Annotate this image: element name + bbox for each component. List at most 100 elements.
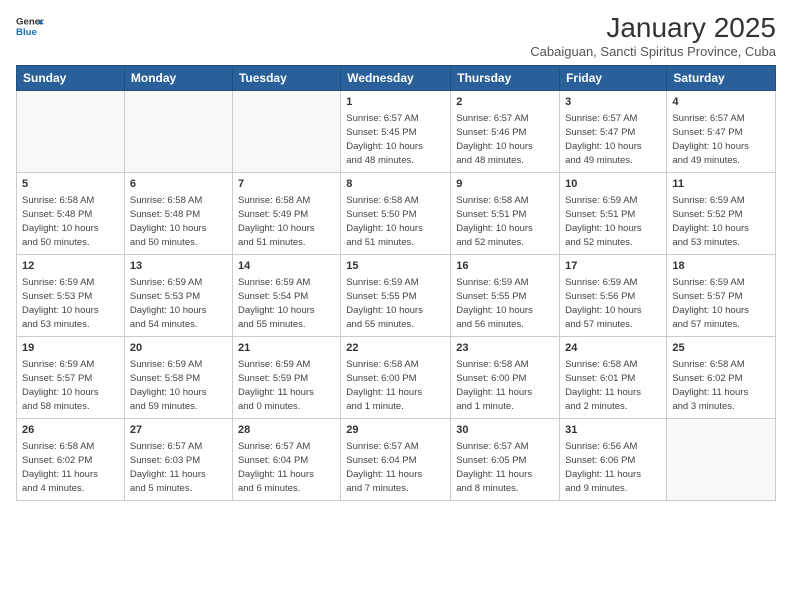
calendar-cell: 28 Sunrise: 6:57 AM Sunset: 6:04 PM Dayli… (232, 419, 340, 501)
month-title: January 2025 (530, 12, 776, 44)
calendar-cell: 8 Sunrise: 6:58 AM Sunset: 5:50 PM Daylig… (341, 173, 451, 255)
day-info: Sunrise: 6:58 AM Sunset: 5:49 PM Dayligh… (238, 194, 335, 249)
day-number: 15 (346, 259, 445, 274)
day-number: 18 (672, 259, 770, 274)
day-info: Sunrise: 6:57 AM Sunset: 6:04 PM Dayligh… (346, 440, 445, 495)
day-number: 8 (346, 177, 445, 192)
day-number: 6 (130, 177, 227, 192)
day-info: Sunrise: 6:58 AM Sunset: 6:00 PM Dayligh… (346, 358, 445, 413)
day-number: 17 (565, 259, 661, 274)
day-info: Sunrise: 6:57 AM Sunset: 6:04 PM Dayligh… (238, 440, 335, 495)
day-number: 13 (130, 259, 227, 274)
calendar-cell: 21 Sunrise: 6:59 AM Sunset: 5:59 PM Dayli… (232, 337, 340, 419)
day-number: 22 (346, 341, 445, 356)
calendar-cell: 10Sunrise: 6:59 AM Sunset: 5:51 PM Dayli… (560, 173, 667, 255)
week-row-5: 26 Sunrise: 6:58 AM Sunset: 6:02 PM Dayli… (17, 419, 776, 501)
calendar-cell: 31 Sunrise: 6:56 AM Sunset: 6:06 PM Dayli… (560, 419, 667, 501)
day-number: 12 (22, 259, 119, 274)
day-info: Sunrise: 6:58 AM Sunset: 5:50 PM Dayligh… (346, 194, 445, 249)
day-number: 1 (346, 95, 445, 110)
day-number: 14 (238, 259, 335, 274)
calendar-cell: 13 Sunrise: 6:59 AM Sunset: 5:53 PM Dayli… (124, 255, 232, 337)
day-info: Sunrise: 6:56 AM Sunset: 6:06 PM Dayligh… (565, 440, 661, 495)
col-header-saturday: Saturday (667, 66, 776, 91)
day-number: 9 (456, 177, 554, 192)
day-number: 2 (456, 95, 554, 110)
week-row-2: 5Sunrise: 6:58 AM Sunset: 5:48 PM Daylig… (17, 173, 776, 255)
day-info: Sunrise: 6:57 AM Sunset: 5:47 PM Dayligh… (565, 112, 661, 167)
calendar-cell: 26 Sunrise: 6:58 AM Sunset: 6:02 PM Dayli… (17, 419, 125, 501)
day-number: 3 (565, 95, 661, 110)
day-number: 30 (456, 423, 554, 438)
svg-text:Blue: Blue (16, 27, 37, 38)
day-number: 11 (672, 177, 770, 192)
day-info: Sunrise: 6:59 AM Sunset: 5:51 PM Dayligh… (565, 194, 661, 249)
page: General Blue January 2025 Cabaiguan, San… (0, 0, 792, 612)
col-header-wednesday: Wednesday (341, 66, 451, 91)
day-number: 29 (346, 423, 445, 438)
day-info: Sunrise: 6:58 AM Sunset: 6:00 PM Dayligh… (456, 358, 554, 413)
day-info: Sunrise: 6:58 AM Sunset: 5:48 PM Dayligh… (22, 194, 119, 249)
calendar-cell: 29 Sunrise: 6:57 AM Sunset: 6:04 PM Dayli… (341, 419, 451, 501)
calendar-cell: 15 Sunrise: 6:59 AM Sunset: 5:55 PM Dayli… (341, 255, 451, 337)
calendar-cell (17, 91, 125, 173)
calendar-cell: 16Sunrise: 6:59 AM Sunset: 5:55 PM Dayli… (451, 255, 560, 337)
calendar-cell: 3 Sunrise: 6:57 AM Sunset: 5:47 PM Daylig… (560, 91, 667, 173)
day-number: 27 (130, 423, 227, 438)
day-info: Sunrise: 6:59 AM Sunset: 5:53 PM Dayligh… (130, 276, 227, 331)
calendar-cell: 6Sunrise: 6:58 AM Sunset: 5:48 PM Daylig… (124, 173, 232, 255)
day-number: 4 (672, 95, 770, 110)
week-row-4: 19 Sunrise: 6:59 AM Sunset: 5:57 PM Dayli… (17, 337, 776, 419)
day-info: Sunrise: 6:57 AM Sunset: 5:47 PM Dayligh… (672, 112, 770, 167)
header-right: January 2025 Cabaiguan, Sancti Spiritus … (530, 12, 776, 59)
col-header-friday: Friday (560, 66, 667, 91)
calendar-cell: 7 Sunrise: 6:58 AM Sunset: 5:49 PM Daylig… (232, 173, 340, 255)
day-info: Sunrise: 6:59 AM Sunset: 5:57 PM Dayligh… (672, 276, 770, 331)
calendar-cell: 2 Sunrise: 6:57 AM Sunset: 5:46 PM Daylig… (451, 91, 560, 173)
day-info: Sunrise: 6:58 AM Sunset: 6:02 PM Dayligh… (22, 440, 119, 495)
day-info: Sunrise: 6:58 AM Sunset: 6:02 PM Dayligh… (672, 358, 770, 413)
day-number: 23 (456, 341, 554, 356)
day-number: 7 (238, 177, 335, 192)
day-info: Sunrise: 6:59 AM Sunset: 5:53 PM Dayligh… (22, 276, 119, 331)
day-number: 28 (238, 423, 335, 438)
day-info: Sunrise: 6:59 AM Sunset: 5:55 PM Dayligh… (456, 276, 554, 331)
calendar-cell: 25 Sunrise: 6:58 AM Sunset: 6:02 PM Dayli… (667, 337, 776, 419)
calendar-cell: 22 Sunrise: 6:58 AM Sunset: 6:00 PM Dayli… (341, 337, 451, 419)
day-number: 26 (22, 423, 119, 438)
day-number: 31 (565, 423, 661, 438)
day-number: 25 (672, 341, 770, 356)
calendar-cell: 11 Sunrise: 6:59 AM Sunset: 5:52 PM Dayli… (667, 173, 776, 255)
day-info: Sunrise: 6:57 AM Sunset: 5:46 PM Dayligh… (456, 112, 554, 167)
calendar: SundayMondayTuesdayWednesdayThursdayFrid… (16, 65, 776, 501)
calendar-cell: 4 Sunrise: 6:57 AM Sunset: 5:47 PM Daylig… (667, 91, 776, 173)
day-info: Sunrise: 6:59 AM Sunset: 5:56 PM Dayligh… (565, 276, 661, 331)
calendar-cell (232, 91, 340, 173)
calendar-cell: 17 Sunrise: 6:59 AM Sunset: 5:56 PM Dayli… (560, 255, 667, 337)
day-number: 20 (130, 341, 227, 356)
calendar-cell: 1 Sunrise: 6:57 AM Sunset: 5:45 PM Daylig… (341, 91, 451, 173)
day-info: Sunrise: 6:59 AM Sunset: 5:57 PM Dayligh… (22, 358, 119, 413)
day-info: Sunrise: 6:59 AM Sunset: 5:54 PM Dayligh… (238, 276, 335, 331)
day-info: Sunrise: 6:59 AM Sunset: 5:59 PM Dayligh… (238, 358, 335, 413)
day-info: Sunrise: 6:57 AM Sunset: 6:03 PM Dayligh… (130, 440, 227, 495)
day-info: Sunrise: 6:58 AM Sunset: 6:01 PM Dayligh… (565, 358, 661, 413)
location: Cabaiguan, Sancti Spiritus Province, Cub… (530, 44, 776, 59)
day-number: 19 (22, 341, 119, 356)
day-info: Sunrise: 6:59 AM Sunset: 5:52 PM Dayligh… (672, 194, 770, 249)
day-number: 24 (565, 341, 661, 356)
day-number: 21 (238, 341, 335, 356)
day-info: Sunrise: 6:59 AM Sunset: 5:55 PM Dayligh… (346, 276, 445, 331)
col-header-sunday: Sunday (17, 66, 125, 91)
calendar-cell: 19 Sunrise: 6:59 AM Sunset: 5:57 PM Dayli… (17, 337, 125, 419)
calendar-cell (124, 91, 232, 173)
logo-icon: General Blue (16, 12, 44, 40)
col-header-monday: Monday (124, 66, 232, 91)
days-header-row: SundayMondayTuesdayWednesdayThursdayFrid… (17, 66, 776, 91)
calendar-cell: 14 Sunrise: 6:59 AM Sunset: 5:54 PM Dayli… (232, 255, 340, 337)
calendar-cell: 5Sunrise: 6:58 AM Sunset: 5:48 PM Daylig… (17, 173, 125, 255)
calendar-cell: 9Sunrise: 6:58 AM Sunset: 5:51 PM Daylig… (451, 173, 560, 255)
calendar-cell: 30Sunrise: 6:57 AM Sunset: 6:05 PM Dayli… (451, 419, 560, 501)
day-info: Sunrise: 6:57 AM Sunset: 5:45 PM Dayligh… (346, 112, 445, 167)
week-row-1: 1 Sunrise: 6:57 AM Sunset: 5:45 PM Daylig… (17, 91, 776, 173)
